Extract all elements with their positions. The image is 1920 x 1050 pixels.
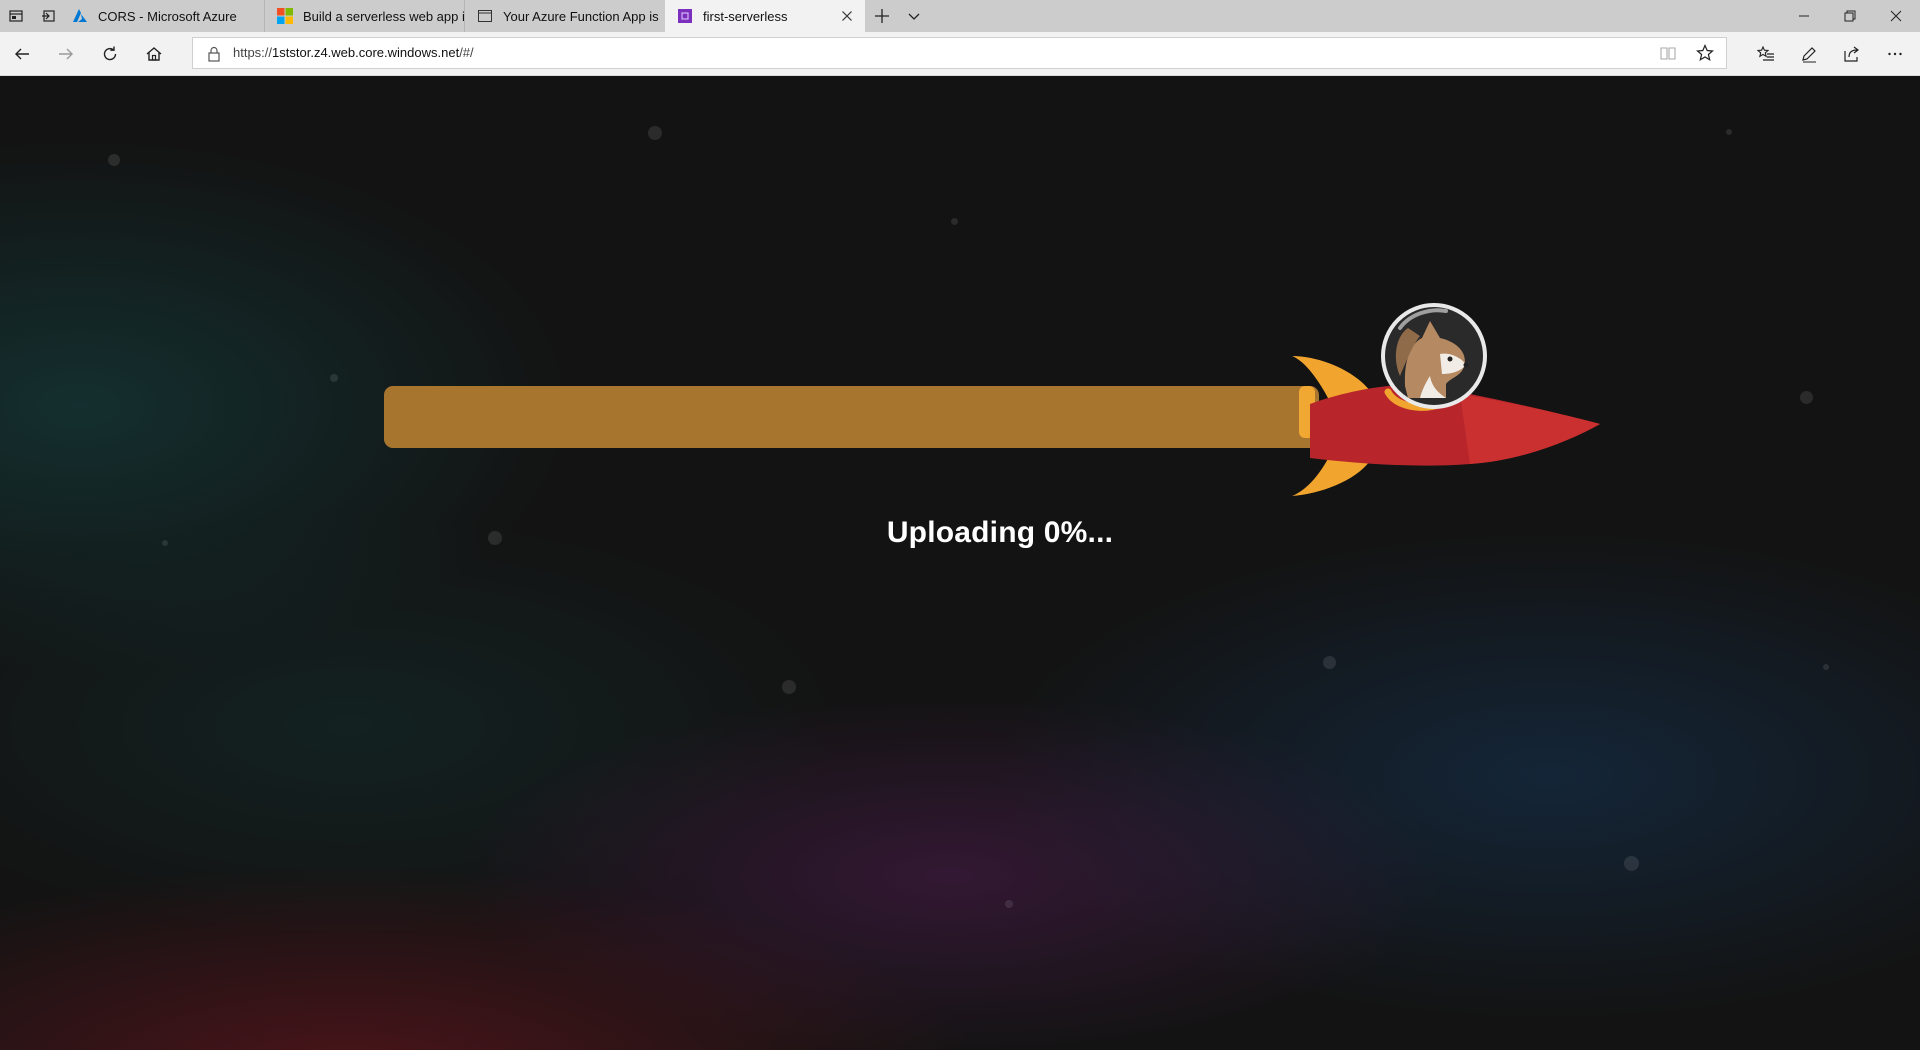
- background-star: [488, 531, 502, 545]
- tab-title: Your Azure Function App is: [503, 8, 659, 24]
- background-star: [162, 540, 168, 546]
- close-window-icon[interactable]: [1873, 0, 1919, 32]
- home-icon[interactable]: [138, 38, 170, 70]
- new-tab-icon[interactable]: [872, 6, 892, 26]
- page-icon: [478, 10, 492, 22]
- background-star: [1323, 656, 1336, 669]
- background-star: [951, 218, 958, 225]
- lock-icon: [208, 46, 220, 62]
- background-star: [1823, 664, 1829, 670]
- address-bar[interactable]: https://1ststor.z4.web.core.windows.net/…: [192, 37, 1727, 69]
- url-host: 1ststor.z4.web.core.windows.net: [272, 45, 460, 60]
- background-star: [1624, 856, 1639, 871]
- purple-app-icon: [678, 9, 692, 23]
- restore-icon[interactable]: [1827, 0, 1873, 32]
- tab-build-serverless[interactable]: Build a serverless web app i: [265, 0, 465, 32]
- tab-preview-icon[interactable]: [4, 0, 28, 32]
- refresh-icon[interactable]: [94, 38, 126, 70]
- reading-view-icon[interactable]: [1660, 45, 1676, 61]
- url-text: https://1ststor.z4.web.core.windows.net/…: [233, 38, 474, 68]
- background-star: [1800, 391, 1813, 404]
- set-aside-tabs-icon[interactable]: [36, 0, 60, 32]
- background-star: [330, 374, 338, 382]
- page-content: Uploading 0%...: [0, 76, 1920, 1050]
- tab-first-serverless[interactable]: first-serverless: [665, 0, 865, 32]
- url-path: /#/: [459, 45, 474, 60]
- microsoft-logo-icon: [277, 8, 293, 24]
- chevron-down-icon[interactable]: [904, 6, 924, 26]
- azure-logo-icon: [73, 9, 87, 22]
- background-star: [1726, 129, 1732, 135]
- tab-title: first-serverless: [703, 8, 788, 24]
- share-icon[interactable]: [1836, 38, 1868, 70]
- favorites-hub-icon[interactable]: [1750, 38, 1782, 70]
- back-icon[interactable]: [6, 38, 38, 70]
- background-star: [108, 154, 120, 166]
- pen-icon[interactable]: [1793, 38, 1825, 70]
- url-scheme: https://: [233, 45, 273, 60]
- upload-status-text: Uploading 0%...: [886, 516, 1114, 549]
- close-tab-icon[interactable]: [839, 8, 855, 24]
- rocket-illustration: [1292, 303, 1600, 496]
- background-star: [1005, 900, 1013, 908]
- tab-cors[interactable]: CORS - Microsoft Azure: [60, 0, 265, 32]
- tab-function-app[interactable]: Your Azure Function App is: [465, 0, 665, 32]
- navigation-bar: https://1ststor.z4.web.core.windows.net/…: [0, 32, 1920, 76]
- favorite-star-icon[interactable]: [1696, 44, 1714, 62]
- tab-strip: CORS - Microsoft Azure Build a serverles…: [0, 0, 1920, 32]
- background-star: [782, 680, 796, 694]
- tab-title: CORS - Microsoft Azure: [98, 8, 237, 24]
- background-star: [648, 126, 662, 140]
- minimize-icon[interactable]: [1781, 0, 1827, 32]
- forward-icon[interactable]: [50, 38, 82, 70]
- more-options-icon[interactable]: [1879, 38, 1911, 70]
- tab-title: Build a serverless web app i: [303, 8, 464, 24]
- upload-progress-track: [384, 386, 1319, 448]
